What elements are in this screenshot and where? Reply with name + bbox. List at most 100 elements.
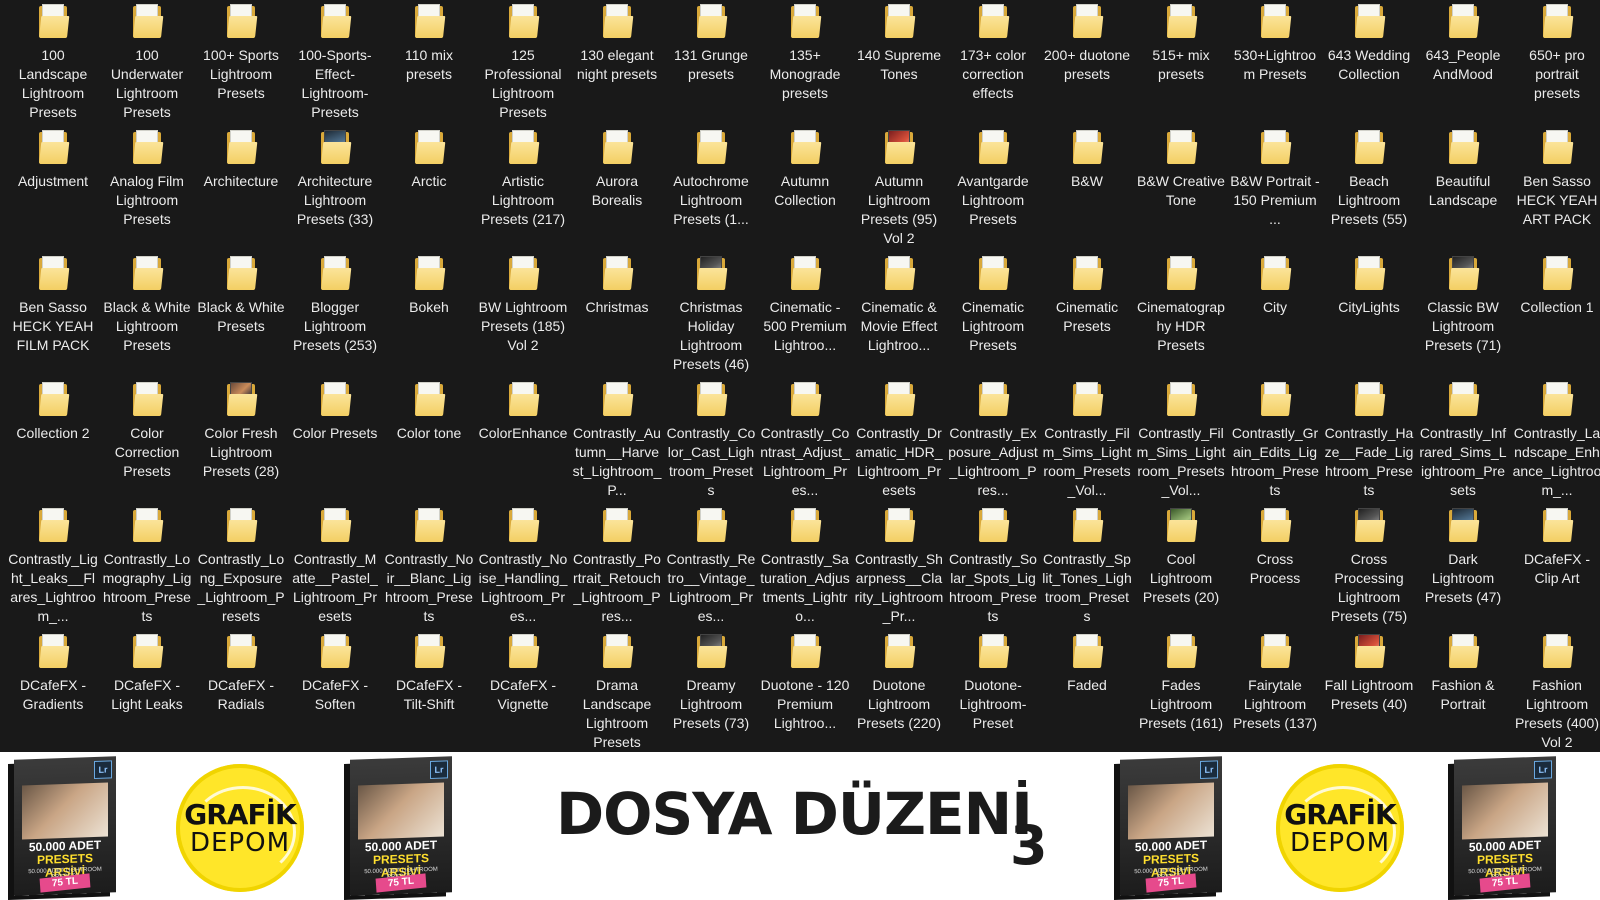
folder-item[interactable]: Dreamy Lightroom Presets (73) <box>664 630 758 752</box>
folder-item[interactable]: Color tone <box>382 378 476 504</box>
folder-item[interactable]: Contrastly_Noise_Handling_Lightroom_Pres… <box>476 504 570 630</box>
folder-item[interactable]: Duotone-Lightroom-Preset <box>946 630 1040 752</box>
folder-item[interactable]: Contrastly_Grain_Edits_Lightroom_Presets <box>1228 378 1322 504</box>
folder-item[interactable]: Cinematography HDR Presets <box>1134 252 1228 378</box>
folder-item[interactable]: Contrastly_Infrared_Sims_Lightroom_Prese… <box>1416 378 1510 504</box>
folder-item[interactable]: Contrastly_Saturation_Adjustments_Lightr… <box>758 504 852 630</box>
folder-item[interactable]: Christmas Holiday Lightroom Presets (46) <box>664 252 758 378</box>
folder-item[interactable]: Architecture <box>194 126 288 252</box>
folder-item[interactable]: 515+ mix presets <box>1134 0 1228 126</box>
folder-item[interactable]: Duotone Lightroom Presets (220) <box>852 630 946 752</box>
folder-item[interactable]: DCafeFX - Soften <box>288 630 382 752</box>
folder-item[interactable]: 100+ Sports Lightroom Presets <box>194 0 288 126</box>
folder-item[interactable]: Beach Lightroom Presets (55) <box>1322 126 1416 252</box>
folder-item[interactable]: B&W <box>1040 126 1134 252</box>
folder-item[interactable]: DCafeFX - Tilt-Shift <box>382 630 476 752</box>
folder-item[interactable]: BW Lightroom Presets (185) Vol 2 <box>476 252 570 378</box>
folder-item[interactable]: Cinematic & Movie Effect Lightroo... <box>852 252 946 378</box>
folder-item[interactable]: Black & White Lightroom Presets <box>100 252 194 378</box>
folder-item[interactable]: Architecture Lightroom Presets (33) <box>288 126 382 252</box>
folder-item[interactable]: DCafeFX - Clip Art <box>1510 504 1600 630</box>
folder-item[interactable]: 140 Supreme Tones <box>852 0 946 126</box>
folder-item[interactable]: DCafeFX - Radials <box>194 630 288 752</box>
folder-item[interactable]: Cross Process <box>1228 504 1322 630</box>
folder-item[interactable]: Aurora Borealis <box>570 126 664 252</box>
folder-item[interactable]: Cross Processing Lightroom Presets (75) <box>1322 504 1416 630</box>
folder-item[interactable]: Contrastly_Autumn__Harvest_Lightroom_P..… <box>570 378 664 504</box>
folder-item[interactable]: Contrastly_Exposure_Adjust_Lightroom_Pre… <box>946 378 1040 504</box>
folder-item[interactable]: 100-Sports-Effect-Lightroom-Presets <box>288 0 382 126</box>
folder-item[interactable]: Analog Film Lightroom Presets <box>100 126 194 252</box>
folder-item[interactable]: Fall Lightroom Presets (40) <box>1322 630 1416 752</box>
folder-item[interactable]: Faded <box>1040 630 1134 752</box>
folder-item[interactable]: Contrastly_Split_Tones_Lightroom_Presets <box>1040 504 1134 630</box>
folder-item[interactable]: Contrastly_Noir__Blanc_Lightroom_Presets <box>382 504 476 630</box>
folder-item[interactable]: Contrastly_Portrait_Retouch_Lightroom_Pr… <box>570 504 664 630</box>
folder-item[interactable]: Duotone - 120 Premium Lightroo... <box>758 630 852 752</box>
folder-item[interactable]: 643_People AndMood <box>1416 0 1510 126</box>
folder-item[interactable]: Fashion Lightroom Presets (400) Vol 2 <box>1510 630 1600 752</box>
folder-item[interactable]: Drama Landscape Lightroom Presets <box>570 630 664 752</box>
folder-item[interactable]: Color Fresh Lightroom Presets (28) <box>194 378 288 504</box>
folder-item[interactable]: ColorEnhance <box>476 378 570 504</box>
folder-item[interactable]: Collection 2 <box>6 378 100 504</box>
folder-item[interactable]: Cinematic - 500 Premium Lightroo... <box>758 252 852 378</box>
folder-item[interactable]: 110 mix presets <box>382 0 476 126</box>
folder-item[interactable]: Fades Lightroom Presets (161) <box>1134 630 1228 752</box>
folder-item[interactable]: Contrastly_Color_Cast_Lightroom_Presets <box>664 378 758 504</box>
folder-item[interactable]: 100 Underwater Lightroom Presets <box>100 0 194 126</box>
folder-item[interactable]: 200+ duotone presets <box>1040 0 1134 126</box>
folder-item[interactable]: Autumn Lightroom Presets (95) Vol 2 <box>852 126 946 252</box>
folder-item[interactable]: 130 elegant night presets <box>570 0 664 126</box>
folder-item[interactable]: Fairytale Lightroom Presets (137) <box>1228 630 1322 752</box>
folder-item[interactable]: Contrastly_Long_Exposure_Lightroom_Prese… <box>194 504 288 630</box>
folder-item[interactable]: Dark Lightroom Presets (47) <box>1416 504 1510 630</box>
folder-item[interactable]: Adjustment <box>6 126 100 252</box>
folder-item[interactable]: Contrastly_Landscape_Enhance_Lightroom_.… <box>1510 378 1600 504</box>
folder-item[interactable]: 530+Lightroom Presets <box>1228 0 1322 126</box>
folder-item[interactable]: Contrastly_Contrast_Adjust_Lightroom_Pre… <box>758 378 852 504</box>
folder-item[interactable]: Blogger Lightroom Presets (253) <box>288 252 382 378</box>
folder-item[interactable]: Color Correction Presets <box>100 378 194 504</box>
folder-item[interactable]: Collection 1 <box>1510 252 1600 378</box>
folder-item[interactable]: Contrastly_Lomography_Lightroom_Presets <box>100 504 194 630</box>
folder-item[interactable]: Classic BW Lightroom Presets (71) <box>1416 252 1510 378</box>
folder-item[interactable]: Color Presets <box>288 378 382 504</box>
folder-item[interactable]: 131 Grunge presets <box>664 0 758 126</box>
folder-item[interactable]: B&W Portrait - 150 Premium ... <box>1228 126 1322 252</box>
folder-item[interactable]: Contrastly_Haze__Fade_Lightroom_Presets <box>1322 378 1416 504</box>
folder-item[interactable]: Black & White Presets <box>194 252 288 378</box>
folder-item[interactable]: DCafeFX - Vignette <box>476 630 570 752</box>
folder-item[interactable]: 100 Landscape Lightroom Presets <box>6 0 100 126</box>
folder-item[interactable]: Fashion & Portrait <box>1416 630 1510 752</box>
folder-item[interactable]: CityLights <box>1322 252 1416 378</box>
folder-item[interactable]: Contrastly_Solar_Spots_Lightroom_Presets <box>946 504 1040 630</box>
folder-item[interactable]: Beautiful Landscape <box>1416 126 1510 252</box>
folder-item[interactable]: 643 Wedding Collection <box>1322 0 1416 126</box>
folder-item[interactable]: 125 Professional Lightroom Presets <box>476 0 570 126</box>
folder-item[interactable]: Cinematic Presets <box>1040 252 1134 378</box>
folder-item[interactable]: Autochrome Lightroom Presets (1... <box>664 126 758 252</box>
folder-item[interactable]: Autumn Collection <box>758 126 852 252</box>
folder-item[interactable]: Avantgarde Lightroom Presets <box>946 126 1040 252</box>
folder-item[interactable]: Arctic <box>382 126 476 252</box>
folder-item[interactable]: DCafeFX - Light Leaks <box>100 630 194 752</box>
folder-item[interactable]: Contrastly_Film_Sims_Lightroom_Presets_V… <box>1134 378 1228 504</box>
folder-item[interactable]: DCafeFX - Gradients <box>6 630 100 752</box>
folder-item[interactable]: Bokeh <box>382 252 476 378</box>
folder-item[interactable]: B&W Creative Tone <box>1134 126 1228 252</box>
folder-item[interactable]: Contrastly_Retro__Vintage_Lightroom_Pres… <box>664 504 758 630</box>
folder-item[interactable]: Ben Sasso HECK YEAH FILM PACK <box>6 252 100 378</box>
folder-item[interactable]: Cinematic Lightroom Presets <box>946 252 1040 378</box>
folder-item[interactable]: City <box>1228 252 1322 378</box>
folder-item[interactable]: Cool Lightroom Presets (20) <box>1134 504 1228 630</box>
folder-item[interactable]: 135+ Monograde presets <box>758 0 852 126</box>
folder-item[interactable]: Christmas <box>570 252 664 378</box>
folder-item[interactable]: Contrastly_Sharpness__Clarity_Lightroom_… <box>852 504 946 630</box>
folder-item[interactable]: Contrastly_Light_Leaks__Flares_Lightroom… <box>6 504 100 630</box>
folder-item[interactable]: Contrastly_Film_Sims_Lightroom_Presets_V… <box>1040 378 1134 504</box>
folder-item[interactable]: Artistic Lightroom Presets (217) <box>476 126 570 252</box>
folder-item[interactable]: Contrastly_Matte__Pastel_Lightroom_Prese… <box>288 504 382 630</box>
folder-item[interactable]: Contrastly_Dramatic_HDR_Lightroom_Preset… <box>852 378 946 504</box>
folder-item[interactable]: Ben Sasso HECK YEAH ART PACK <box>1510 126 1600 252</box>
